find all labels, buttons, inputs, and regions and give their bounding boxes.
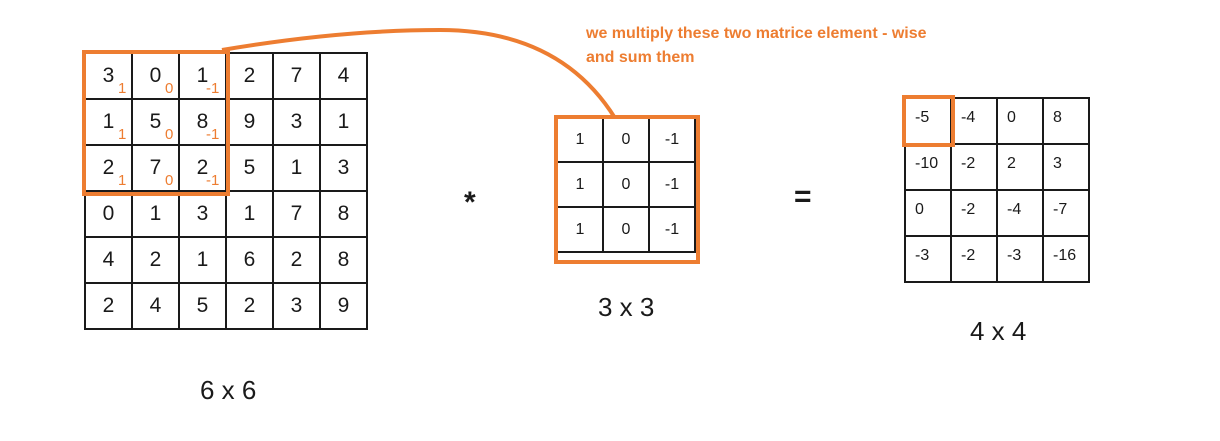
kernel-cell: 0 [602, 161, 650, 208]
input-cell: 2 [272, 236, 321, 284]
input-cell: 00 [131, 52, 180, 100]
output-cell: -5 [904, 97, 952, 145]
input-cell: 21 [84, 144, 133, 192]
input-cell: 1 [178, 236, 227, 284]
output-size-label: 4 x 4 [970, 316, 1027, 346]
input-cell: 3 [319, 144, 368, 192]
overlay-weight: 0 [165, 126, 174, 143]
input-cell: 70 [131, 144, 180, 192]
input-cell: 5 [225, 144, 274, 192]
input-cell: 2 [225, 52, 274, 100]
convolution-operator: * [464, 186, 476, 219]
annotation-line-2: and sum them [586, 49, 695, 66]
kernel-cell: -1 [648, 206, 696, 253]
input-cell: 1 -1 [178, 52, 227, 100]
input-cell: 2 -1 [178, 144, 227, 192]
input-row: 31 00 1 -1 2 7 4 [84, 52, 368, 100]
overlay-weight: 1 [118, 126, 127, 143]
kernel-matrix: 1 0 -1 1 0 -1 1 0 -1 [556, 116, 696, 253]
input-cell: 8 [319, 190, 368, 238]
kernel-row: 1 0 -1 [556, 161, 696, 208]
input-cell: 4 [131, 282, 180, 330]
output-cell: -2 [950, 143, 998, 191]
input-cell: 3 [272, 98, 321, 146]
input-cell: 1 [319, 98, 368, 146]
input-cell: 5 [178, 282, 227, 330]
kernel-size-label: 3 x 3 [598, 292, 655, 322]
output-cell: 8 [1042, 97, 1090, 145]
input-cell: 1 [225, 190, 274, 238]
input-matrix: 31 00 1 -1 2 7 4 11 50 8 -1 9 3 1 21 70 2-… [84, 52, 368, 330]
input-row: 4 2 1 6 2 8 [84, 236, 368, 284]
input-cell: 3 [178, 190, 227, 238]
output-cell: 3 [1042, 143, 1090, 191]
output-cell: 0 [904, 189, 952, 237]
overlay-weight: -1 [206, 80, 220, 97]
output-cell: -16 [1042, 235, 1090, 283]
output-matrix: -5 -4 0 8 -10 -2 2 3 0 -2 -4 -7 -3 -2 -3… [904, 97, 1090, 283]
input-row: 21 70 2 -1 5 1 3 [84, 144, 368, 192]
input-cell: 50 [131, 98, 180, 146]
output-cell: -2 [950, 235, 998, 283]
input-cell: 8 -1 [178, 98, 227, 146]
overlay-weight: 1 [118, 80, 127, 97]
annotation-text: we multiply these two matrice element - … [586, 22, 927, 70]
input-row: 11 50 8 -1 9 3 1 [84, 98, 368, 146]
input-cell: 6 [225, 236, 274, 284]
input-cell: 1 [131, 190, 180, 238]
input-size-label: 6 x 6 [200, 375, 257, 405]
output-cell: -3 [904, 235, 952, 283]
input-cell: 0 [84, 190, 133, 238]
input-cell: 11 [84, 98, 133, 146]
kernel-cell: 1 [556, 116, 604, 163]
overlay-weight: 0 [165, 172, 174, 189]
input-cell: 2 [225, 282, 274, 330]
kernel-cell: 1 [556, 206, 604, 253]
output-cell: -2 [950, 189, 998, 237]
overlay-weight: 1 [118, 172, 127, 189]
input-cell: 7 [272, 52, 321, 100]
input-cell: 2 [131, 236, 180, 284]
output-row: -5 -4 0 8 [904, 97, 1090, 145]
input-cell: 9 [319, 282, 368, 330]
output-cell: 2 [996, 143, 1044, 191]
output-row: -3 -2 -3 -16 [904, 235, 1090, 283]
output-cell: -10 [904, 143, 952, 191]
kernel-row: 1 0 -1 [556, 206, 696, 253]
kernel-cell: 1 [556, 161, 604, 208]
output-row: -10 -2 2 3 [904, 143, 1090, 191]
kernel-row: 1 0 -1 [556, 116, 696, 163]
input-cell: 31 [84, 52, 133, 100]
output-cell: -7 [1042, 189, 1090, 237]
output-cell: -4 [950, 97, 998, 145]
input-cell: 4 [84, 236, 133, 284]
kernel-cell: 0 [602, 206, 650, 253]
input-cell: 9 [225, 98, 274, 146]
input-cell: 3 [272, 282, 321, 330]
kernel-cell: -1 [648, 161, 696, 208]
output-cell: -4 [996, 189, 1044, 237]
input-cell: 4 [319, 52, 368, 100]
input-cell: 7 [272, 190, 321, 238]
output-row: 0 -2 -4 -7 [904, 189, 1090, 237]
input-cell: 8 [319, 236, 368, 284]
annotation-line-1: we multiply these two matrice element - … [586, 25, 927, 42]
input-row: 0 1 3 1 7 8 [84, 190, 368, 238]
input-cell: 2 [84, 282, 133, 330]
overlay-weight: 0 [165, 80, 174, 97]
kernel-cell: 0 [602, 116, 650, 163]
input-cell: 1 [272, 144, 321, 192]
kernel-cell: -1 [648, 116, 696, 163]
overlay-weight: -1 [206, 126, 220, 143]
output-cell: 0 [996, 97, 1044, 145]
output-cell: -3 [996, 235, 1044, 283]
equals-operator: = [794, 180, 812, 213]
overlay-weight: -1 [206, 172, 220, 189]
input-row: 2 4 5 2 3 9 [84, 282, 368, 330]
